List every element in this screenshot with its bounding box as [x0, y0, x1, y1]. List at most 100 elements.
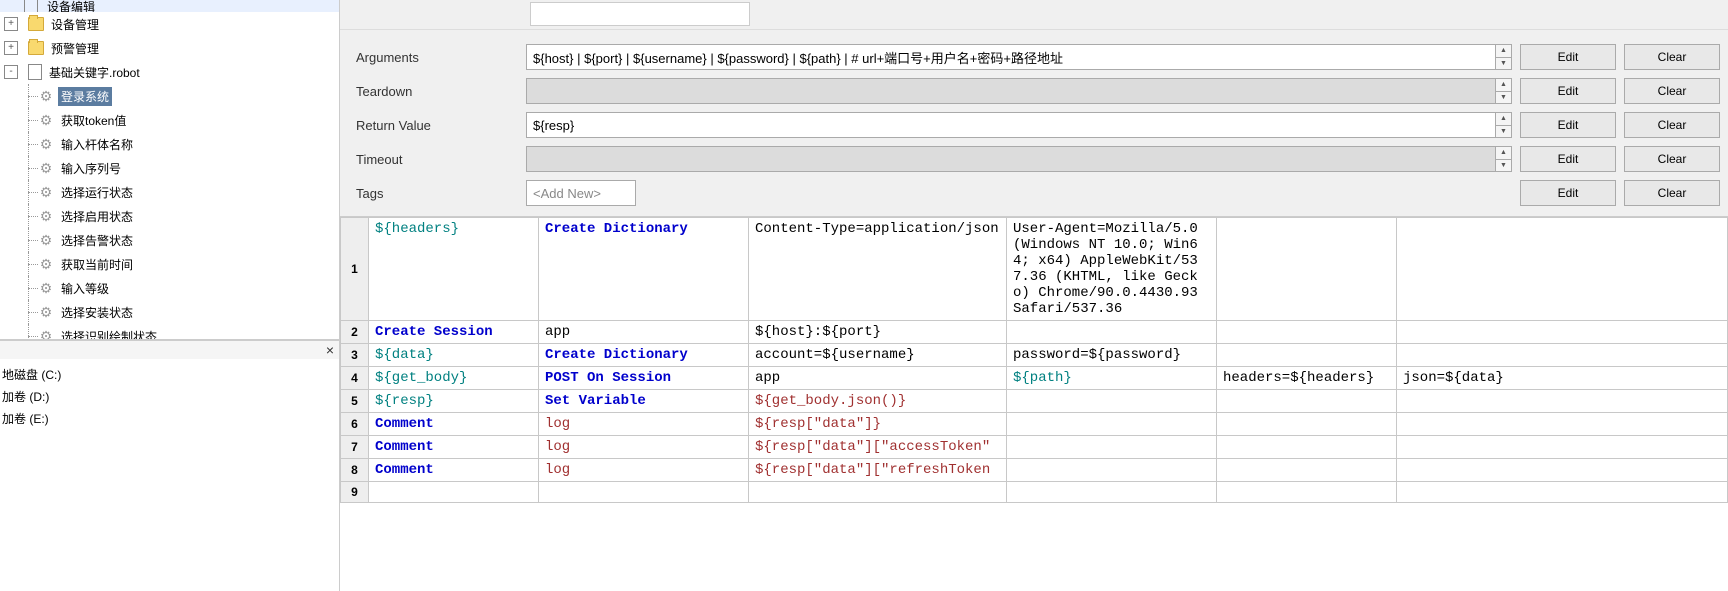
clear-button[interactable]: Clear [1624, 146, 1720, 172]
grid-cell[interactable]: ${host}:${port} [749, 321, 1007, 344]
grid-cell[interactable] [1007, 321, 1217, 344]
grid-cell[interactable] [1397, 436, 1728, 459]
tree-item[interactable]: -基础关键字.robot [0, 60, 339, 84]
drives-panel[interactable]: 地磁盘 (C:)加卷 (D:)加卷 (E:) [0, 359, 339, 591]
returnvalue-input[interactable]: ${resp} [526, 112, 1496, 138]
grid-cell[interactable] [1217, 436, 1397, 459]
grid-cell[interactable] [1217, 390, 1397, 413]
grid-cell[interactable]: ${path} [1007, 367, 1217, 390]
grid-cell[interactable] [369, 482, 539, 503]
grid-cell[interactable]: ${headers} [369, 218, 539, 321]
grid-cell[interactable]: Create Dictionary [539, 218, 749, 321]
tree-keyword-item[interactable]: ⚙选择运行状态 [0, 180, 339, 204]
tree-keyword-item[interactable]: ⚙选择告警状态 [0, 228, 339, 252]
grid-cell[interactable]: Content-Type=application/json [749, 218, 1007, 321]
row-number[interactable]: 6 [341, 413, 369, 436]
grid-cell[interactable]: Comment [369, 413, 539, 436]
edit-button[interactable]: Edit [1520, 146, 1616, 172]
tree-keyword-item[interactable]: ⚙登录系统 [0, 84, 339, 108]
plus-icon[interactable]: + [4, 17, 18, 31]
grid-cell[interactable] [1397, 413, 1728, 436]
grid-cell[interactable] [539, 482, 749, 503]
drive-item[interactable]: 地磁盘 (C:) [0, 363, 339, 385]
grid-cell[interactable]: ${resp["data"]} [749, 413, 1007, 436]
grid-cell[interactable]: json=${data} [1397, 367, 1728, 390]
grid-cell[interactable] [1397, 390, 1728, 413]
grid-cell[interactable]: log [539, 436, 749, 459]
close-icon[interactable]: × [321, 341, 339, 359]
grid-cell[interactable]: Create Dictionary [539, 344, 749, 367]
grid-cell[interactable] [1397, 459, 1728, 482]
grid-cell[interactable]: password=${password} [1007, 344, 1217, 367]
grid-cell[interactable]: ${resp["data"]["accessToken" [749, 436, 1007, 459]
row-number[interactable]: 4 [341, 367, 369, 390]
edit-button[interactable]: Edit [1520, 180, 1616, 206]
row-number[interactable]: 5 [341, 390, 369, 413]
tree-item[interactable]: +设备管理 [0, 12, 339, 36]
grid-cell[interactable] [749, 482, 1007, 503]
tree-item[interactable]: +预警管理 [0, 36, 339, 60]
grid-cell[interactable] [1217, 218, 1397, 321]
grid-cell[interactable]: Set Variable [539, 390, 749, 413]
grid-cell[interactable]: app [749, 367, 1007, 390]
drive-item[interactable]: 加卷 (D:) [0, 385, 339, 407]
row-number[interactable]: 1 [341, 218, 369, 321]
arguments-input[interactable]: ${host} | ${port} | ${username} | ${pass… [526, 44, 1496, 70]
minus-icon[interactable]: - [4, 65, 18, 79]
grid-cell[interactable] [1397, 321, 1728, 344]
row-number[interactable]: 3 [341, 344, 369, 367]
grid-cell[interactable]: account=${username} [749, 344, 1007, 367]
top-input[interactable] [530, 2, 750, 26]
tree-keyword-item[interactable]: ⚙选择安装状态 [0, 300, 339, 324]
row-number[interactable]: 2 [341, 321, 369, 344]
plus-icon[interactable]: + [4, 41, 18, 55]
timeout-spinner[interactable]: ▲▼ [1496, 146, 1512, 172]
row-number[interactable]: 8 [341, 459, 369, 482]
grid-cell[interactable]: Comment [369, 459, 539, 482]
grid-cell[interactable] [1007, 436, 1217, 459]
grid-cell[interactable]: ${get_body.json()} [749, 390, 1007, 413]
grid-cell[interactable] [1217, 482, 1397, 503]
tree-view[interactable]: 设备编辑 +设备管理+预警管理-基础关键字.robot⚙登录系统⚙获取token… [0, 0, 339, 340]
returnvalue-spinner[interactable]: ▲▼ [1496, 112, 1512, 138]
grid-cell[interactable]: log [539, 459, 749, 482]
grid-cell[interactable]: POST On Session [539, 367, 749, 390]
grid-cell[interactable] [1007, 390, 1217, 413]
row-number[interactable]: 9 [341, 482, 369, 503]
row-number[interactable]: 7 [341, 436, 369, 459]
grid-cell[interactable] [1007, 459, 1217, 482]
grid-cell[interactable]: User-Agent=Mozilla/5.0 (Windows NT 10.0;… [1007, 218, 1217, 321]
grid-cell[interactable] [1217, 413, 1397, 436]
tree-keyword-item[interactable]: ⚙输入杆体名称 [0, 132, 339, 156]
grid-cell[interactable] [1007, 482, 1217, 503]
grid-cell[interactable] [1397, 482, 1728, 503]
tree-item-partial[interactable]: 设备编辑 [0, 0, 339, 12]
grid-cell[interactable] [1007, 413, 1217, 436]
tree-keyword-item[interactable]: ⚙选择启用状态 [0, 204, 339, 228]
grid-cell[interactable] [1217, 459, 1397, 482]
edit-button[interactable]: Edit [1520, 78, 1616, 104]
tree-keyword-item[interactable]: ⚙获取当前时间 [0, 252, 339, 276]
clear-button[interactable]: Clear [1624, 112, 1720, 138]
grid-cell[interactable]: headers=${headers} [1217, 367, 1397, 390]
grid-cell[interactable]: ${resp["data"]["refreshToken [749, 459, 1007, 482]
grid-cell[interactable]: ${data} [369, 344, 539, 367]
grid-cell[interactable]: ${resp} [369, 390, 539, 413]
tree-keyword-item[interactable]: ⚙获取token值 [0, 108, 339, 132]
teardown-spinner[interactable]: ▲▼ [1496, 78, 1512, 104]
clear-button[interactable]: Clear [1624, 180, 1720, 206]
grid-cell[interactable]: Create Session [369, 321, 539, 344]
grid-cell[interactable] [1397, 218, 1728, 321]
grid-cell[interactable] [1217, 321, 1397, 344]
timeout-input[interactable] [526, 146, 1496, 172]
clear-button[interactable]: Clear [1624, 44, 1720, 70]
grid-cell[interactable] [1217, 344, 1397, 367]
grid-cell[interactable]: app [539, 321, 749, 344]
grid-cell[interactable]: ${get_body} [369, 367, 539, 390]
teardown-input[interactable] [526, 78, 1496, 104]
clear-button[interactable]: Clear [1624, 78, 1720, 104]
edit-button[interactable]: Edit [1520, 44, 1616, 70]
grid-cell[interactable] [1397, 344, 1728, 367]
grid-cell[interactable]: Comment [369, 436, 539, 459]
tags-input[interactable]: <Add New> [526, 180, 636, 206]
